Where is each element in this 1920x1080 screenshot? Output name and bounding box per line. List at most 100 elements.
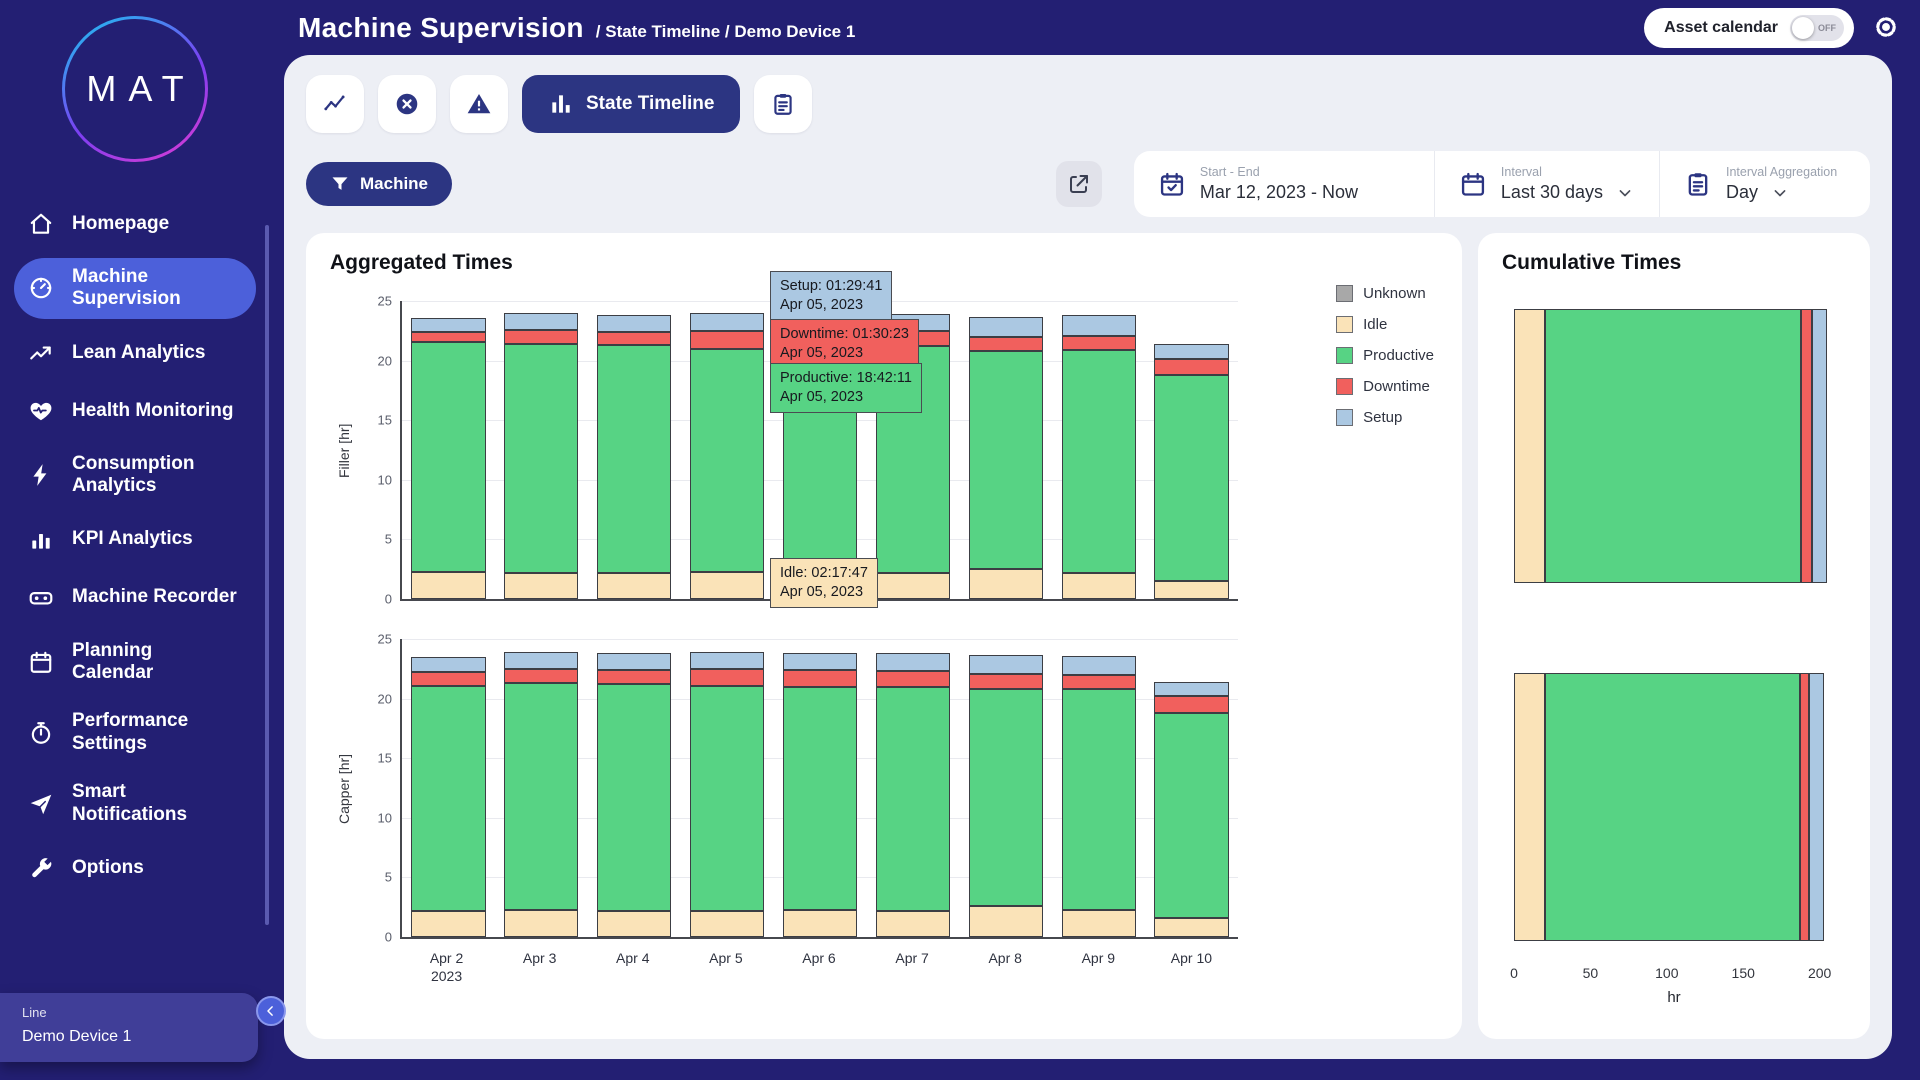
stacked-bar-apr-3[interactable] [504, 639, 578, 937]
segment-productive[interactable] [783, 687, 857, 910]
legend-item-idle[interactable]: Idle [1336, 316, 1434, 333]
segment-downtime[interactable] [969, 337, 1043, 351]
segment-productive[interactable] [969, 351, 1043, 569]
sidebar-item-consumption-analytics[interactable]: Consumption Analytics [14, 445, 256, 506]
legend-item-setup[interactable]: Setup [1336, 409, 1434, 426]
segment-setup[interactable] [1154, 344, 1228, 359]
stacked-bar-apr-4[interactable] [597, 301, 671, 599]
segment-setup[interactable] [783, 653, 857, 670]
segment-productive[interactable] [1062, 689, 1136, 910]
segment-setup[interactable] [411, 318, 485, 332]
sidebar-item-machine-supervision[interactable]: Machine Supervision [14, 258, 256, 319]
segment-downtime[interactable] [1801, 309, 1812, 583]
segment-downtime[interactable] [1062, 336, 1136, 350]
segment-productive[interactable] [1545, 309, 1802, 583]
sidebar-item-lean-analytics[interactable]: Lean Analytics [14, 329, 256, 377]
segment-idle[interactable] [783, 910, 857, 937]
segment-productive[interactable] [504, 344, 578, 573]
segment-downtime[interactable] [1062, 675, 1136, 689]
segment-idle[interactable] [1062, 573, 1136, 599]
segment-setup[interactable] [1812, 309, 1827, 583]
segment-idle[interactable] [876, 573, 950, 599]
segment-setup[interactable] [411, 657, 485, 672]
stacked-bar-apr-6[interactable] [783, 639, 857, 937]
segment-setup[interactable] [597, 653, 671, 670]
sidebar-item-homepage[interactable]: Homepage [14, 200, 256, 248]
settings-gear-icon[interactable] [1872, 13, 1900, 41]
segment-productive[interactable] [597, 345, 671, 573]
segment-downtime[interactable] [1154, 359, 1228, 374]
segment-setup[interactable] [504, 652, 578, 669]
segment-downtime[interactable] [969, 674, 1043, 689]
segment-downtime[interactable] [411, 672, 485, 685]
sidebar-item-planning-calendar[interactable]: Planning Calendar [14, 632, 256, 693]
segment-productive[interactable] [1062, 350, 1136, 573]
segment-productive[interactable] [597, 684, 671, 910]
segment-setup[interactable] [504, 313, 578, 330]
segment-downtime[interactable] [1800, 673, 1809, 941]
sidebar-item-smart-notifications[interactable]: Smart Notifications [14, 773, 256, 834]
segment-idle[interactable] [411, 911, 485, 937]
sidebar-collapse-button[interactable] [256, 996, 286, 1026]
segment-idle[interactable] [1514, 673, 1545, 941]
legend-item-productive[interactable]: Productive [1336, 347, 1434, 364]
sidebar-item-health-monitoring[interactable]: Health Monitoring [14, 387, 256, 435]
segment-downtime[interactable] [504, 330, 578, 344]
interval-field[interactable]: Interval Last 30 days [1434, 151, 1659, 217]
stacked-bar-apr-2[interactable] [411, 301, 485, 599]
segment-idle[interactable] [504, 910, 578, 937]
segment-downtime[interactable] [597, 332, 671, 345]
sidebar-item-performance-settings[interactable]: Performance Settings [14, 702, 256, 763]
sidebar-scrollbar[interactable] [265, 225, 269, 925]
segment-setup[interactable] [597, 315, 671, 332]
tab-trend[interactable] [306, 75, 364, 133]
stacked-bar-apr-10[interactable] [1154, 639, 1228, 937]
segment-downtime[interactable] [690, 331, 764, 349]
segment-idle[interactable] [597, 911, 671, 937]
segment-productive[interactable] [690, 349, 764, 572]
tab-alarms[interactable] [450, 75, 508, 133]
breadcrumb[interactable]: / State Timeline / Demo Device 1 [596, 22, 856, 42]
export-button[interactable] [1056, 161, 1102, 207]
segment-idle[interactable] [1514, 309, 1545, 583]
stacked-bar-apr-9[interactable] [1062, 639, 1136, 937]
stacked-bar-apr-2[interactable] [411, 639, 485, 937]
segment-productive[interactable] [504, 683, 578, 909]
legend-item-unknown[interactable]: Unknown [1336, 285, 1434, 302]
stacked-bar-apr-4[interactable] [597, 639, 671, 937]
segment-setup[interactable] [969, 655, 1043, 674]
segment-setup[interactable] [1062, 315, 1136, 335]
segment-downtime[interactable] [876, 671, 950, 686]
aggregation-field[interactable]: Interval Aggregation Day [1659, 151, 1870, 217]
segment-downtime[interactable] [783, 670, 857, 687]
stacked-bar-apr-5[interactable] [690, 639, 764, 937]
segment-idle[interactable] [1154, 581, 1228, 599]
sidebar-item-kpi-analytics[interactable]: KPI Analytics [14, 516, 256, 564]
segment-productive[interactable] [1154, 713, 1228, 918]
tab-state-timeline[interactable]: State Timeline [522, 75, 740, 133]
start-end-field[interactable]: Start - End Mar 12, 2023 - Now [1134, 151, 1434, 217]
segment-idle[interactable] [969, 569, 1043, 599]
stacked-bar-apr-8[interactable] [969, 639, 1043, 937]
segment-idle[interactable] [690, 572, 764, 599]
legend-item-downtime[interactable]: Downtime [1336, 378, 1434, 395]
segment-setup[interactable] [1809, 673, 1824, 941]
tab-report[interactable] [754, 75, 812, 133]
stacked-bar-apr-10[interactable] [1154, 301, 1228, 599]
segment-productive[interactable] [1545, 673, 1800, 941]
stacked-bar-apr-8[interactable] [969, 301, 1043, 599]
segment-downtime[interactable] [597, 670, 671, 684]
segment-setup[interactable] [876, 653, 950, 671]
segment-idle[interactable] [690, 911, 764, 937]
segment-idle[interactable] [504, 573, 578, 599]
segment-idle[interactable] [1154, 918, 1228, 937]
segment-downtime[interactable] [411, 332, 485, 342]
segment-idle[interactable] [969, 906, 1043, 937]
segment-productive[interactable] [690, 686, 764, 911]
segment-idle[interactable] [597, 573, 671, 599]
asset-calendar-toggle[interactable]: OFF [1790, 15, 1844, 41]
segment-productive[interactable] [1154, 375, 1228, 581]
stacked-bar-apr-7[interactable] [876, 639, 950, 937]
stacked-bar-apr-5[interactable] [690, 301, 764, 599]
tab-stops[interactable] [378, 75, 436, 133]
